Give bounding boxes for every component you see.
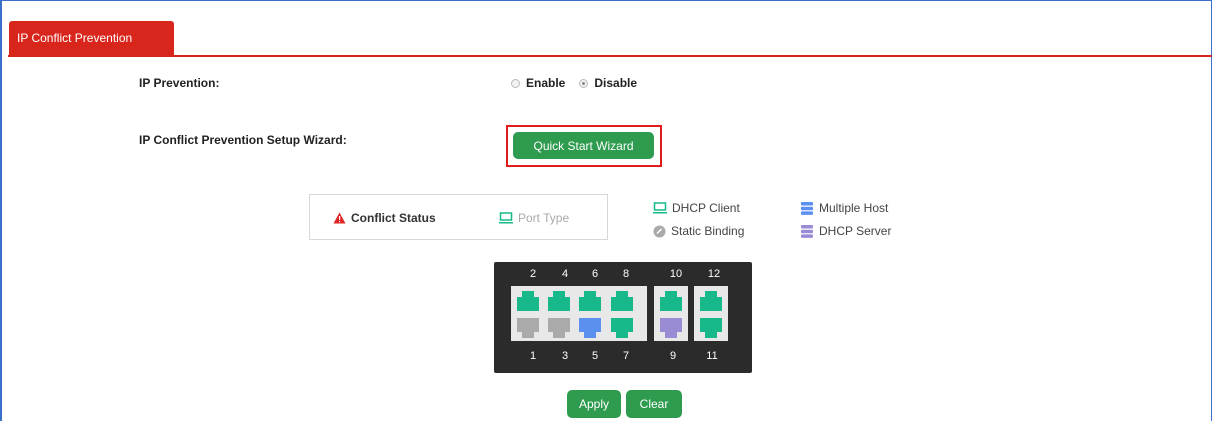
switch-port-9[interactable]	[660, 318, 682, 338]
port-number-bottom: 9	[669, 350, 677, 362]
enable-radio[interactable]	[511, 78, 520, 88]
apply-button[interactable]: Apply	[567, 390, 621, 418]
setup-wizard-label: IP Conflict Prevention Setup Wizard:	[139, 133, 347, 147]
switch-port-5[interactable]	[579, 318, 601, 338]
port-number-top: 4	[561, 268, 569, 280]
switch-port-4[interactable]	[548, 291, 570, 311]
switch-port-10[interactable]	[660, 291, 682, 311]
tab-underline	[8, 55, 1212, 57]
switch-port-8[interactable]	[611, 291, 633, 311]
port-number-top: 10	[669, 268, 683, 280]
monitor-icon	[653, 202, 667, 214]
conflict-status-label: Conflict Status	[351, 211, 436, 225]
port-number-bottom: 5	[591, 350, 599, 362]
port-number-bottom: 7	[622, 350, 630, 362]
port-number-top: 8	[622, 268, 630, 280]
multiple-host-label: Multiple Host	[819, 201, 889, 215]
dhcp-server-label: DHCP Server	[819, 224, 892, 238]
dhcp-client-legend: DHCP Client	[653, 201, 740, 215]
disable-radio[interactable]	[579, 78, 589, 88]
dhcp-client-label: DHCP Client	[672, 201, 740, 215]
port-number-top: 6	[591, 268, 599, 280]
warning-triangle-icon	[333, 212, 346, 224]
static-binding-label: Static Binding	[671, 224, 745, 238]
multiple-host-legend: Multiple Host	[800, 201, 888, 215]
switch-port-12[interactable]	[700, 291, 722, 311]
port-number-bottom: 11	[706, 350, 718, 362]
port-number-top: 2	[529, 268, 537, 280]
clear-button[interactable]: Clear	[626, 390, 682, 418]
dhcp-server-legend: DHCP Server	[800, 224, 891, 238]
ip-prevention-radio-group: Enable Disable	[511, 76, 637, 90]
port-type-label: Port Type	[518, 211, 570, 225]
switch-port-6[interactable]	[579, 291, 601, 311]
port-type-legend: Port Type	[499, 211, 569, 225]
tab-ip-conflict-prevention[interactable]: IP Conflict Prevention	[9, 21, 174, 56]
switch-port-2[interactable]	[517, 291, 539, 311]
switch-port-3[interactable]	[548, 318, 570, 338]
monitor-icon	[499, 212, 513, 224]
switch-port-11[interactable]	[700, 318, 722, 338]
disable-label[interactable]: Disable	[594, 76, 637, 90]
conflict-status-legend: Conflict Status	[333, 211, 436, 225]
port-number-top: 12	[707, 268, 721, 280]
port-number-bottom: 1	[529, 350, 537, 362]
port-number-bottom: 3	[561, 350, 569, 362]
ip-prevention-label: IP Prevention:	[139, 76, 220, 90]
quick-start-wizard-button[interactable]: Quick Start Wizard	[513, 132, 654, 159]
static-binding-legend: Static Binding	[653, 224, 744, 238]
multiple-host-icon	[800, 201, 814, 215]
enable-label[interactable]: Enable	[526, 76, 565, 90]
static-binding-icon	[653, 225, 666, 238]
switch-port-1[interactable]	[517, 318, 539, 338]
switch-port-7[interactable]	[611, 318, 633, 338]
server-icon	[800, 224, 814, 238]
